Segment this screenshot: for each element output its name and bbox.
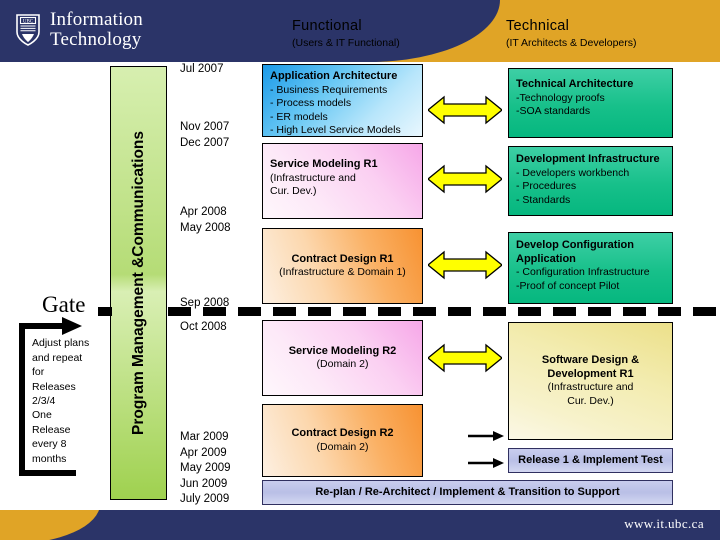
box-service-modeling-r1[interactable]: Service Modeling R1 (Infrastructure and … bbox=[262, 143, 423, 219]
box-technical-architecture[interactable]: Technical Architecture -Technology proof… bbox=[508, 68, 673, 138]
box-title: Contract Design R2 bbox=[291, 427, 394, 439]
box-title: Develop Configuration bbox=[516, 239, 634, 251]
box-line: (Domain 2) bbox=[316, 358, 369, 370]
box-contract-design-r1[interactable]: Contract Design R1 (Infrastructure & Dom… bbox=[262, 228, 423, 304]
box-software-design-development-r1[interactable]: Software Design & Development R1 (Infras… bbox=[508, 322, 673, 440]
slide-canvas: UBC Information Technology Functional (U… bbox=[0, 0, 720, 540]
svg-text:UBC: UBC bbox=[23, 19, 34, 24]
box-title: Technical Architecture bbox=[516, 78, 634, 90]
box-line: - High Level Service Models bbox=[270, 124, 401, 136]
technical-subtitle: (IT Architects & Developers) bbox=[506, 37, 637, 49]
box-title-2: Development R1 bbox=[547, 367, 634, 380]
box-line: Cur. Dev.) bbox=[567, 394, 614, 407]
box-title: Service Modeling R1 bbox=[270, 158, 378, 170]
gate-dashed-line bbox=[168, 307, 720, 316]
box-line: Cur. Dev.) bbox=[270, 185, 317, 197]
box-line: (Infrastructure and bbox=[270, 171, 356, 184]
box-title-2: Application bbox=[516, 252, 576, 265]
ubc-logo: UBC Information Technology bbox=[14, 10, 143, 49]
bottom-bar-label: Re-plan / Re-Architect / Implement & Tra… bbox=[315, 485, 620, 498]
box-development-infrastructure[interactable]: Development Infrastructure - Developers … bbox=[508, 146, 673, 216]
right-arrow-icon bbox=[468, 457, 504, 469]
column-header-functional: Functional (Users & IT Functional) bbox=[292, 18, 400, 49]
functional-title: Functional bbox=[292, 18, 362, 34]
box-line: (Infrastructure & Domain 1) bbox=[279, 266, 406, 278]
box-service-modeling-r2[interactable]: Service Modeling R2 (Domain 2) bbox=[262, 320, 423, 396]
box-title: Development Infrastructure bbox=[516, 153, 660, 165]
right-arrow-icon bbox=[468, 430, 504, 442]
box-title: Application Architecture bbox=[270, 70, 398, 82]
date-label-nov-dec-2007: Nov 2007 Dec 2007 bbox=[180, 121, 230, 149]
box-line: - Standards bbox=[516, 193, 571, 206]
box-develop-configuration-application[interactable]: Develop Configuration Application - Conf… bbox=[508, 232, 673, 304]
date-label-jul-2007: Jul 2007 bbox=[180, 63, 224, 75]
gate-label: Gate bbox=[42, 292, 86, 317]
box-line: - Configuration Infrastructure bbox=[516, 266, 650, 278]
date-label-2009-group: Mar 2009 Apr 2009 May 2009 Jun 2009 July… bbox=[180, 431, 231, 505]
box-title: Contract Design R1 bbox=[291, 252, 394, 265]
box-line: -Technology proofs bbox=[516, 91, 605, 104]
logo-line-1: Information bbox=[50, 9, 143, 30]
program-management-swimlane: Program Management &Communications bbox=[110, 66, 167, 500]
box-application-architecture[interactable]: Application Architecture - Business Requ… bbox=[262, 64, 423, 137]
box-line: - Procedures bbox=[516, 180, 577, 192]
box-line: - Developers workbench bbox=[516, 166, 630, 179]
ubc-logo-text: Information Technology bbox=[50, 10, 143, 49]
functional-subtitle: (Users & IT Functional) bbox=[292, 37, 400, 49]
technical-title: Technical bbox=[506, 18, 570, 34]
date-label-apr-may-2008: Apr 2008 May 2008 bbox=[180, 206, 231, 234]
box-line: (Domain 2) bbox=[316, 440, 369, 453]
box-line: -Proof of concept Pilot bbox=[516, 279, 620, 292]
box-line: - Process models bbox=[270, 97, 352, 109]
gate-note-one-release: One Release every 8 months bbox=[32, 409, 71, 465]
column-header-technical: Technical (IT Architects & Developers) bbox=[506, 18, 637, 49]
box-title: Software Design & bbox=[541, 354, 640, 366]
double-headed-arrow-icon bbox=[428, 94, 502, 126]
slide-header: UBC Information Technology Functional (U… bbox=[0, 0, 720, 62]
date-label-oct-2008: Oct 2008 bbox=[180, 321, 227, 333]
box-contract-design-r2[interactable]: Contract Design R2 (Domain 2) bbox=[262, 404, 423, 477]
slide-footer: www.it.ubc.ca bbox=[0, 510, 720, 540]
box-line: (Infrastructure and bbox=[547, 381, 634, 393]
footer-gold-curve bbox=[0, 510, 100, 540]
box-release-1-implement-test[interactable]: Release 1 & Implement Test bbox=[508, 448, 673, 473]
gate-note-adjust-plans: Adjust plans and repeat for Releases 2/3… bbox=[32, 337, 90, 407]
double-headed-arrow-icon bbox=[428, 342, 502, 374]
bottom-bar-replan[interactable]: Re-plan / Re-Architect / Implement & Tra… bbox=[262, 480, 673, 505]
box-line: -SOA standards bbox=[516, 105, 591, 117]
gate-line-stub bbox=[98, 307, 112, 316]
box-title: Service Modeling R2 bbox=[288, 344, 397, 357]
box-line: - Business Requirements bbox=[270, 83, 388, 96]
box-title: Release 1 & Implement Test bbox=[518, 453, 663, 466]
box-line: - ER models bbox=[270, 110, 328, 123]
logo-line-2: Technology bbox=[50, 29, 142, 50]
ubc-shield-icon: UBC bbox=[14, 13, 42, 47]
double-headed-arrow-icon bbox=[428, 163, 502, 195]
double-headed-arrow-icon bbox=[428, 249, 502, 281]
footer-url: www.it.ubc.ca bbox=[624, 516, 704, 531]
swimlane-label: Program Management &Communications bbox=[129, 130, 147, 436]
